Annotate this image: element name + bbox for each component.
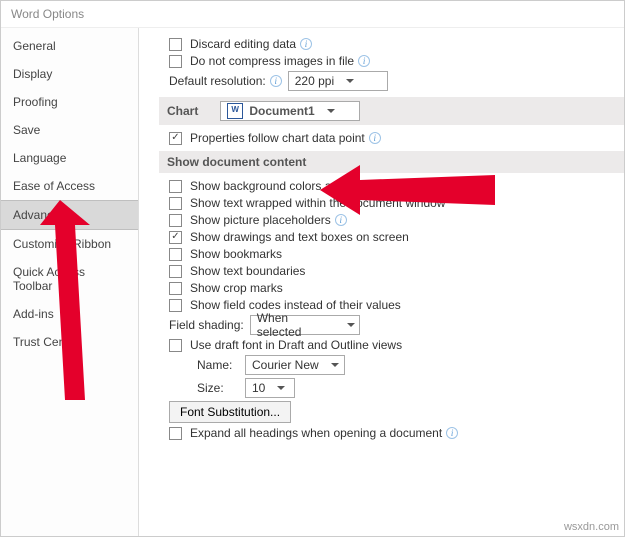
show-drawings-label: Show drawings and text boxes on screen	[190, 230, 409, 244]
show-crop-marks-label: Show crop marks	[190, 281, 283, 295]
sidebar-item-general[interactable]: General	[1, 32, 138, 60]
show-document-content-label: Show document content	[167, 155, 306, 169]
show-field-codes-checkbox[interactable]	[169, 299, 182, 312]
sidebar-item-proofing[interactable]: Proofing	[1, 88, 138, 116]
discard-editing-checkbox[interactable]	[169, 38, 182, 51]
default-resolution-label: Default resolution:	[169, 74, 266, 88]
watermark: wsxdn.com	[564, 521, 619, 533]
chart-document-dropdown[interactable]: Document1	[220, 101, 360, 121]
sidebar-item-trust-center[interactable]: Trust Center	[1, 328, 138, 356]
font-name-value: Courier New	[252, 358, 319, 372]
chevron-down-icon	[347, 323, 355, 327]
show-picture-placeholders-label: Show picture placeholders	[190, 213, 331, 227]
show-wrap-label: Show text wrapped within the document wi…	[190, 196, 445, 210]
font-name-label: Name:	[197, 358, 239, 372]
show-picture-placeholders-checkbox[interactable]	[169, 214, 182, 227]
font-size-dropdown[interactable]: 10	[245, 378, 295, 398]
font-name-dropdown[interactable]: Courier New	[245, 355, 345, 375]
no-compress-checkbox[interactable]	[169, 55, 182, 68]
show-background-label: Show background colors and images in Pri…	[190, 179, 494, 193]
chevron-down-icon	[327, 109, 335, 113]
info-icon[interactable]: i	[358, 55, 370, 67]
expand-headings-label: Expand all headings when opening a docum…	[190, 426, 442, 440]
sidebar-item-add-ins[interactable]: Add-ins	[1, 300, 138, 328]
field-shading-label: Field shading:	[169, 318, 244, 332]
default-resolution-value: 220 ppi	[295, 74, 334, 88]
info-icon[interactable]: i	[300, 38, 312, 50]
info-icon[interactable]: i	[369, 132, 381, 144]
sidebar-item-ease-of-access[interactable]: Ease of Access	[1, 172, 138, 200]
font-size-value: 10	[252, 381, 265, 395]
window-title: Word Options	[1, 1, 624, 28]
info-icon[interactable]: i	[446, 427, 458, 439]
main-panel: Discard editing data i Do not compress i…	[139, 28, 624, 536]
use-draft-font-label: Use draft font in Draft and Outline view…	[190, 338, 402, 352]
discard-editing-label: Discard editing data	[190, 37, 296, 51]
chevron-down-icon	[346, 79, 354, 83]
show-document-content-header: Show document content	[159, 151, 624, 173]
show-wrap-checkbox[interactable]	[169, 197, 182, 210]
show-text-boundaries-label: Show text boundaries	[190, 264, 305, 278]
chart-header-label: Chart	[167, 104, 198, 118]
info-icon[interactable]: i	[335, 214, 347, 226]
default-resolution-dropdown[interactable]: 220 ppi	[288, 71, 388, 91]
sidebar-item-language[interactable]: Language	[1, 144, 138, 172]
show-bookmarks-label: Show bookmarks	[190, 247, 282, 261]
sidebar-item-display[interactable]: Display	[1, 60, 138, 88]
sidebar: General Display Proofing Save Language E…	[1, 28, 139, 536]
field-shading-dropdown[interactable]: When selected	[250, 315, 360, 335]
no-compress-label: Do not compress images in file	[190, 54, 354, 68]
sidebar-item-advanced[interactable]: Advanced	[1, 200, 138, 230]
properties-follow-checkbox[interactable]	[169, 132, 182, 145]
chevron-down-icon	[277, 386, 285, 390]
sidebar-item-quick-access-toolbar[interactable]: Quick Access Toolbar	[1, 258, 138, 300]
font-substitution-button[interactable]: Font Substitution...	[169, 401, 291, 423]
sidebar-item-customize-ribbon[interactable]: Customize Ribbon	[1, 230, 138, 258]
show-bookmarks-checkbox[interactable]	[169, 248, 182, 261]
chart-document-value: Document1	[249, 104, 314, 118]
font-size-label: Size:	[197, 381, 239, 395]
chevron-down-icon	[331, 363, 339, 367]
use-draft-font-checkbox[interactable]	[169, 339, 182, 352]
properties-follow-label: Properties follow chart data point	[190, 131, 365, 145]
info-icon[interactable]: i	[270, 75, 282, 87]
expand-headings-checkbox[interactable]	[169, 427, 182, 440]
show-background-checkbox[interactable]	[169, 180, 182, 193]
sidebar-item-save[interactable]: Save	[1, 116, 138, 144]
document-icon	[227, 103, 243, 119]
field-shading-value: When selected	[257, 311, 335, 339]
show-field-codes-label: Show field codes instead of their values	[190, 298, 401, 312]
show-text-boundaries-checkbox[interactable]	[169, 265, 182, 278]
chart-section-header: Chart Document1	[159, 97, 624, 125]
show-crop-marks-checkbox[interactable]	[169, 282, 182, 295]
show-drawings-checkbox[interactable]	[169, 231, 182, 244]
